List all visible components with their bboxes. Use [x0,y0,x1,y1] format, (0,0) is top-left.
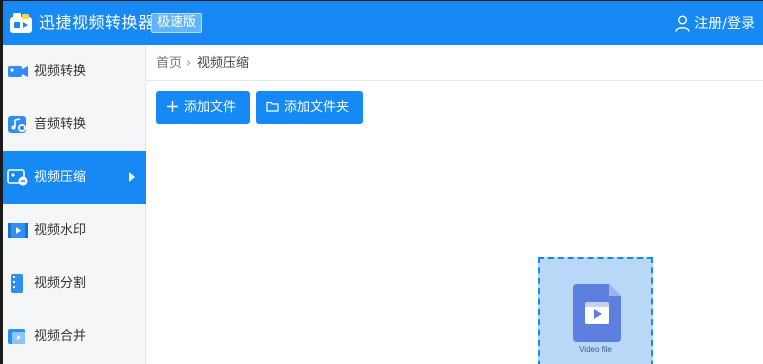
breadcrumb: 首页 › 视频压缩 [146,45,763,81]
main-panel: 首页 › 视频压缩 添加文件 添加文件夹 Video file [146,45,763,364]
title-bar: 迅捷视频转换器 极速版 注册/登录 [3,1,763,45]
add-file-label: 添加文件 [184,100,237,115]
sidebar-item-video-convert[interactable]: 视频转换 [3,45,146,98]
plus-icon [167,101,178,112]
app-title: 迅捷视频转换器 [39,13,155,32]
breadcrumb-home-link[interactable]: 首页 [156,55,182,72]
sidebar-item-audio-convert[interactable]: 音频转换 [3,98,146,151]
add-file-button[interactable]: 添加文件 [156,91,250,124]
add-folder-label: 添加文件夹 [284,100,350,115]
sidebar-item-video-compress[interactable]: 视频压缩 [3,151,146,204]
sidebar: 视频转换 音频转换 视频压缩 视频水印 视频分割 视频合并 [3,45,146,364]
video-split-icon [11,274,23,293]
sidebar-item-video-merge[interactable]: 视频合并 [3,310,146,363]
video-merge-icon [8,329,25,344]
sidebar-item-label: 音频转换 [34,117,87,132]
video-file-icon [573,284,621,342]
sidebar-item-video-split[interactable]: 视频分割 [3,257,146,310]
sidebar-item-video-watermark[interactable]: 视频水印 [3,204,146,257]
video-convert-icon [8,66,28,77]
video-watermark-icon [8,223,28,238]
edition-badge: 极速版 [151,13,203,33]
sidebar-item-label: 视频合并 [34,329,87,344]
app-logo-icon [10,13,32,33]
file-caption: Video file [579,345,612,354]
sidebar-item-label: 视频水印 [34,223,87,238]
folder-icon [266,101,279,112]
breadcrumb-separator: › [186,56,192,71]
add-folder-button[interactable]: 添加文件夹 [256,91,363,124]
user-icon [675,15,690,32]
sidebar-item-label: 视频转换 [34,64,87,79]
video-compress-icon [7,169,28,186]
active-arrow-icon [129,172,135,182]
sidebar-item-label: 视频压缩 [34,170,87,185]
breadcrumb-current: 视频压缩 [197,56,250,71]
app-window: 迅捷视频转换器 极速版 注册/登录 视频转换 音频转换 视频压缩 视频水印 视频… [0,0,763,364]
login-register-button[interactable]: 注册/登录 [675,13,755,33]
audio-convert-icon [8,116,26,133]
sidebar-item-label: 视频分割 [34,276,87,291]
login-label: 注册/登录 [694,16,755,32]
file-drop-zone[interactable]: Video file [538,257,653,364]
